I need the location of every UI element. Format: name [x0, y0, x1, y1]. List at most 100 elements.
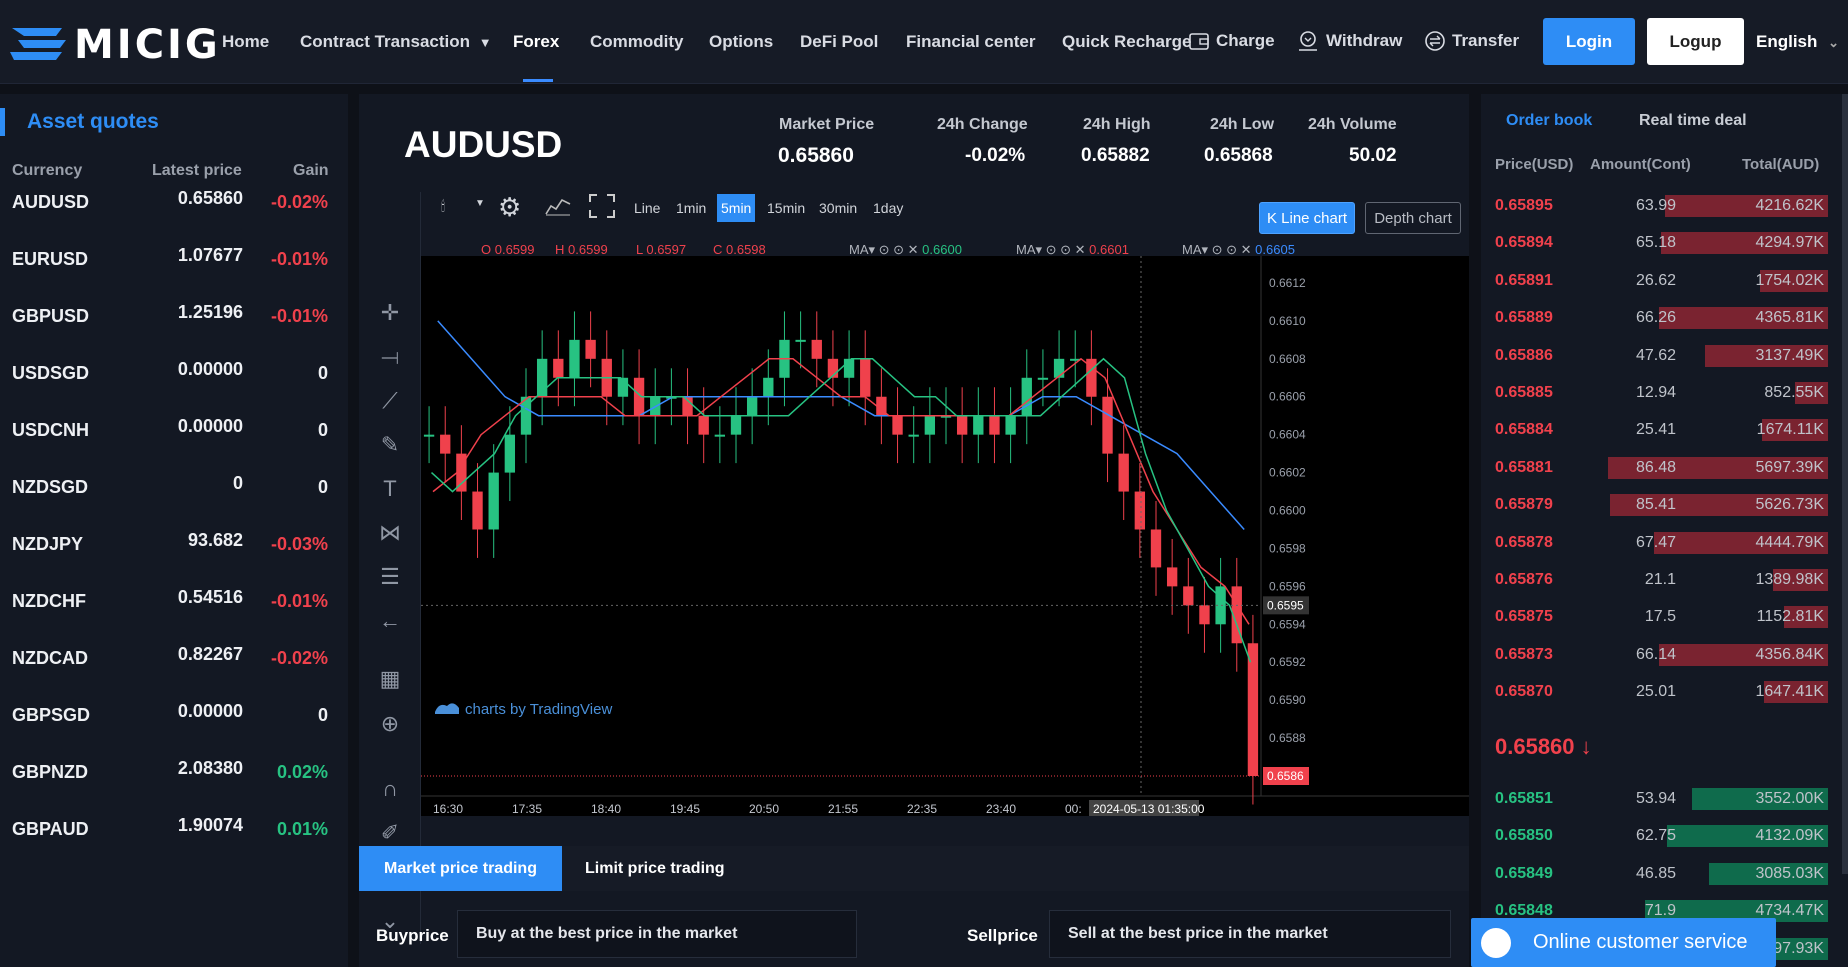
quote-row[interactable]: GBPAUD 1.90074 0.01% — [0, 795, 348, 862]
pair-title: AUDUSD — [404, 124, 563, 165]
ask-row[interactable]: 0.65873 66.14 4356.84K — [1481, 636, 1848, 673]
quote-price: 0.00000 — [177, 701, 243, 721]
candle-body — [1183, 586, 1194, 606]
ask-total: 4216.62K — [1755, 197, 1824, 214]
ask-amount: 63.99 — [1635, 197, 1676, 214]
ask-row[interactable]: 0.65889 66.26 4365.81K — [1481, 299, 1848, 336]
interval-15min[interactable]: 15min — [767, 200, 805, 216]
quote-symbol: GBPNZD — [12, 762, 88, 782]
candle-body — [1005, 415, 1016, 435]
candle-body — [585, 339, 596, 359]
tab-limit-price-trading[interactable]: Limit price trading — [585, 846, 725, 891]
interval-line[interactable]: Line — [634, 200, 660, 216]
nav-contract-transaction[interactable]: Contract Transaction ▼ — [300, 32, 492, 52]
candle-body — [811, 339, 822, 359]
ask-row[interactable]: 0.65879 85.41 5626.73K — [1481, 486, 1848, 523]
tab-real-time-deal[interactable]: Real time deal — [1639, 112, 1747, 130]
x-tick-label: 19:45 — [670, 802, 700, 816]
low-label: 24h Low — [1210, 116, 1275, 133]
ohlc-open-text: O 0.6599 — [481, 242, 535, 257]
logup-button[interactable]: Logup — [1647, 18, 1744, 65]
zoom-in-icon[interactable]: ⊕ — [373, 707, 407, 741]
ask-row[interactable]: 0.65891 26.62 1754.02K — [1481, 262, 1848, 299]
quote-gain: 0 — [317, 705, 328, 725]
nav-financial-center[interactable]: Financial center — [906, 32, 1035, 52]
brush-icon[interactable]: ✎ — [373, 428, 407, 462]
depth-chart-button[interactable]: Depth chart — [1365, 202, 1461, 234]
nav-withdraw[interactable]: Withdraw — [1296, 30, 1402, 52]
interval-1day[interactable]: 1day — [873, 200, 903, 216]
x-tick-label: 21:55 — [828, 802, 858, 816]
ma2-value: 0.6601 — [1089, 242, 1129, 257]
magnet-icon[interactable]: ∩ — [373, 772, 407, 806]
ma3-value: 0.6605 — [1255, 242, 1295, 257]
nav-forex[interactable]: Forex — [513, 32, 559, 52]
nav-options[interactable]: Options — [709, 32, 773, 52]
ask-row[interactable]: 0.65884 25.41 1674.11K — [1481, 411, 1848, 448]
ask-total: 1647.41K — [1755, 683, 1824, 701]
pattern-icon[interactable]: ⋈ — [373, 516, 407, 550]
bid-row[interactable]: 0.65849 46.85 3085.03K — [1481, 855, 1848, 892]
y-tick-label: 0.6592 — [1269, 655, 1306, 669]
nav-charge[interactable]: Charge — [1188, 30, 1275, 52]
ask-row[interactable]: 0.65894 65.18 4294.97K — [1481, 224, 1848, 261]
interval-5min[interactable]: 5min — [717, 194, 756, 222]
page-scrollbar[interactable] — [1842, 94, 1848, 874]
candle-body — [973, 415, 984, 435]
fullscreen-icon[interactable] — [589, 194, 615, 221]
horizontal-line-icon[interactable]: ⟞ — [373, 340, 407, 374]
interval-30min[interactable]: 30min — [819, 200, 857, 216]
login-button[interactable]: Login — [1543, 18, 1635, 65]
pencil-lock-icon[interactable]: ✐ — [373, 816, 407, 850]
ask-row[interactable]: 0.65895 63.99 4216.62K — [1481, 187, 1848, 224]
kline-chart-button[interactable]: K Line chart — [1259, 202, 1355, 234]
ask-row[interactable]: 0.65885 12.94 852.55K — [1481, 374, 1848, 411]
nav-quick-recharge[interactable]: Quick Recharge — [1062, 32, 1191, 52]
ask-row[interactable]: 0.65870 25.01 1647.41K — [1481, 673, 1848, 710]
y-tick-label: 0.6594 — [1269, 617, 1306, 631]
market-price-value: 0.65860 — [778, 144, 854, 167]
quote-gain: -0.01% — [270, 249, 328, 269]
quote-symbol: NZDCAD — [12, 648, 88, 668]
ask-total: 1754.02K — [1755, 271, 1824, 289]
ask-row[interactable]: 0.65878 67.47 4444.79K — [1481, 524, 1848, 561]
crosshair-price-label: 0.6595 — [1267, 598, 1304, 612]
nav-transfer[interactable]: Transfer — [1424, 30, 1519, 52]
settings-gear-icon[interactable]: ⚙ — [498, 192, 521, 223]
tab-order-book[interactable]: Order book — [1506, 112, 1592, 130]
ask-price: 0.65875 — [1495, 608, 1553, 626]
language-selector[interactable]: English ⌄ — [1756, 32, 1839, 52]
candle-type-icon[interactable]: 🕯 — [441, 198, 445, 215]
back-arrow-icon[interactable]: ← — [373, 604, 407, 638]
candle-body — [488, 472, 499, 530]
crosshair-icon[interactable]: ✛ — [373, 296, 407, 330]
online-customer-service-button[interactable]: Online customer service — [1471, 918, 1776, 967]
indicators-icon[interactable] — [545, 194, 571, 219]
price-chart[interactable]: 0.6612 0.6610 0.6608 0.6606 0.6604 0.6602 0.66… — [421, 256, 1469, 816]
trading-panel: AUDUSD Market Price 0.65860 24h Change -… — [359, 94, 1469, 967]
ask-row[interactable]: 0.65876 21.1 1389.98K — [1481, 561, 1848, 598]
nav-defi-pool[interactable]: DeFi Pool — [800, 32, 878, 52]
ask-row[interactable]: 0.65875 17.5 1152.81K — [1481, 598, 1848, 635]
y-tick-label: 0.6590 — [1269, 693, 1306, 707]
interval-1min[interactable]: 1min — [676, 200, 706, 216]
text-tool-icon[interactable]: T — [373, 472, 407, 506]
candle-body — [1021, 377, 1032, 416]
logo-text[interactable]: MICIG — [74, 22, 221, 68]
nav-commodity[interactable]: Commodity — [590, 32, 684, 52]
caret-down-icon[interactable]: ▼ — [475, 198, 485, 209]
bid-row[interactable]: 0.65851 53.94 3552.00K — [1481, 780, 1848, 817]
ma3-label: MA — [1182, 242, 1202, 257]
tab-market-price-trading[interactable]: Market price trading — [359, 846, 562, 891]
ask-row[interactable]: 0.65881 86.48 5697.39K — [1481, 449, 1848, 486]
fib-levels-icon[interactable]: ☰ — [373, 560, 407, 594]
bid-row[interactable]: 0.65850 62.75 4132.09K — [1481, 817, 1848, 854]
buy-price-field[interactable] — [457, 910, 857, 958]
sell-price-field[interactable] — [1049, 910, 1451, 958]
trend-line-icon[interactable]: ⟋ — [373, 384, 407, 418]
nav-home[interactable]: Home — [222, 32, 269, 52]
ruler-icon[interactable]: ▦ — [373, 662, 407, 696]
ask-row[interactable]: 0.65886 47.62 3137.49K — [1481, 337, 1848, 374]
ask-total: 4356.84K — [1755, 645, 1824, 663]
ask-amount: 26.62 — [1635, 271, 1676, 289]
